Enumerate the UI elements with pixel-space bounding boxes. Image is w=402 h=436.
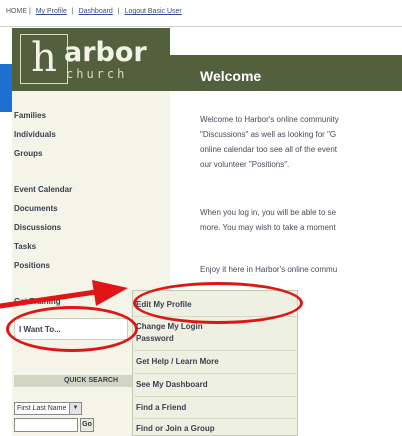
enjoy-text-line: Enjoy it here in Harbor's online commu — [200, 265, 338, 274]
my-profile-link[interactable]: My Profile — [36, 8, 67, 15]
nav-separator: | — [117, 8, 120, 15]
logo-church-text: church — [66, 67, 128, 81]
sidebar-item-discussions[interactable]: Discussions — [14, 222, 61, 234]
top-navigation: HOME | My Profile | Dashboard | Logout B… — [6, 8, 402, 24]
menu-item-get-help[interactable]: Get Help / Learn More — [136, 357, 294, 367]
logout-link[interactable]: Logout Basic User — [125, 8, 182, 15]
nav-separator: | — [71, 8, 74, 15]
menu-divider — [134, 396, 296, 397]
menu-item-password[interactable]: Password — [136, 334, 294, 344]
home-link[interactable]: HOME | — [6, 8, 31, 15]
annotation-arrow-icon — [0, 280, 128, 309]
annotation-ellipse-edit-profile — [133, 282, 303, 324]
sidebar-item-individuals[interactable]: Individuals — [14, 129, 56, 141]
login-text-line: more. You may wish to take a moment — [200, 223, 336, 232]
quick-search-go-button[interactable]: Go — [80, 418, 94, 432]
quick-search-input[interactable] — [14, 418, 78, 432]
chevron-down-icon[interactable]: ▼ — [69, 403, 81, 414]
logo-arbor-text: arbor — [64, 37, 147, 68]
login-text-line: When you log in, you will be able to se — [200, 208, 337, 217]
sidebar-item-groups[interactable]: Groups — [14, 148, 42, 160]
sidebar-item-families[interactable]: Families — [14, 110, 46, 122]
menu-item-find-or-join-group[interactable]: Find or Join a Group — [136, 424, 294, 434]
menu-item-find-a-friend[interactable]: Find a Friend — [136, 403, 294, 413]
sidebar-item-documents[interactable]: Documents — [14, 203, 58, 215]
menu-divider — [134, 373, 296, 374]
quick-search-select-value: First Last Name — [17, 405, 67, 412]
menu-divider — [134, 350, 296, 351]
blue-marker — [0, 64, 12, 112]
welcome-text-line: "Discussions" as well as looking for "G — [200, 130, 337, 139]
sidebar-item-event-calendar[interactable]: Event Calendar — [14, 184, 72, 196]
annotation-ellipse-i-want-to — [6, 306, 138, 352]
welcome-text-line: Welcome to Harbor's online community — [200, 115, 339, 124]
welcome-text-line: our volunteer "Positions". — [200, 160, 290, 169]
header-divider — [0, 26, 402, 27]
sidebar-item-tasks[interactable]: Tasks — [14, 241, 36, 253]
menu-divider — [134, 418, 296, 419]
menu-item-see-my-dashboard[interactable]: See My Dashboard — [136, 380, 294, 390]
sidebar-item-positions[interactable]: Positions — [14, 260, 50, 272]
logo-h-letter: h — [31, 35, 57, 81]
page-title: Welcome — [200, 68, 262, 84]
dashboard-link[interactable]: Dashboard — [79, 8, 113, 15]
welcome-text-line: online calendar too see all of the event — [200, 145, 337, 154]
quick-search-type-select[interactable]: First Last Name ▼ — [14, 402, 82, 415]
